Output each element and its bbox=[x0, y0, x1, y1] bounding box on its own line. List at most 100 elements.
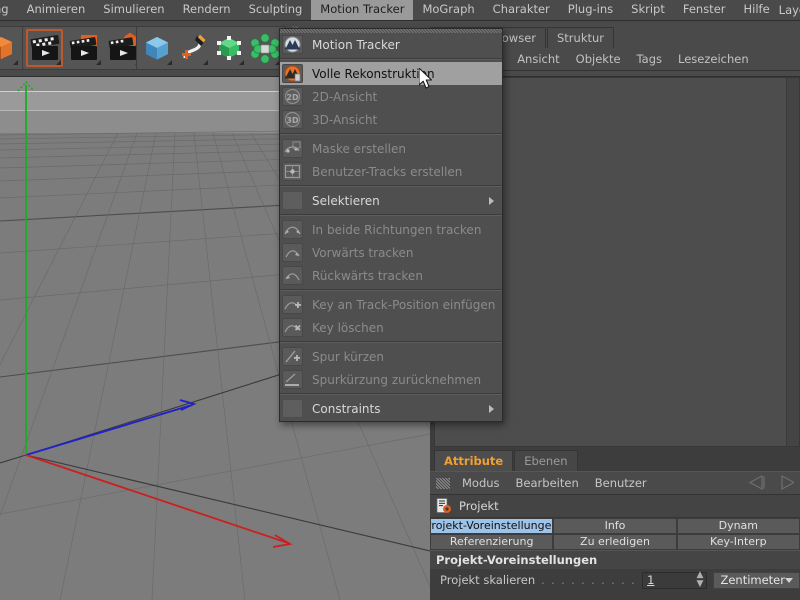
menu-item-0[interactable]: ng bbox=[0, 0, 18, 20]
render-settings-icon bbox=[108, 33, 139, 60]
object-manager-scrollbar[interactable] bbox=[786, 78, 799, 446]
menu-label: Constraints bbox=[312, 401, 381, 416]
btn-key-interpolation[interactable]: Key-Interp bbox=[676, 534, 800, 550]
cinema4d-window: ng Animieren Simulieren Rendern Sculptin… bbox=[0, 0, 800, 600]
menu-item-key-loeschen[interactable]: Key löschen bbox=[280, 316, 502, 339]
btn-projekt-voreinstellungen[interactable]: Projekt-Voreinstellungen bbox=[430, 518, 554, 534]
history-nav[interactable] bbox=[748, 474, 796, 494]
trim-track-icon bbox=[282, 347, 303, 366]
tab-attribute[interactable]: Attribute bbox=[434, 450, 514, 471]
2d-view-icon: 2D bbox=[282, 87, 303, 106]
menu-separator bbox=[280, 133, 502, 135]
menu-item-fenster[interactable]: Fenster bbox=[674, 0, 735, 20]
menu-benutzer[interactable]: Benutzer bbox=[587, 474, 655, 492]
menu-item-maske-erstellen[interactable]: Maske erstellen bbox=[280, 137, 502, 160]
svg-text:2D: 2D bbox=[286, 93, 299, 102]
untrim-track-icon bbox=[282, 370, 303, 389]
motion-tracker-dropdown: Motion Tracker Volle Rekonstruktion 2D 2… bbox=[279, 28, 503, 422]
menu-modus[interactable]: Modus bbox=[454, 474, 508, 492]
menu-item-in-beide-richtungen-tracken[interactable]: In beide Richtungen tracken bbox=[280, 218, 502, 241]
attribute-object-header: Projekt bbox=[430, 495, 800, 518]
projekt-skalieren-value: 1 bbox=[647, 573, 655, 587]
unit-dropdown[interactable]: Zentimeter bbox=[713, 571, 800, 589]
menu-item-skript[interactable]: Skript bbox=[622, 0, 674, 20]
menu-lesezeichen[interactable]: Lesezeichen bbox=[670, 50, 757, 68]
attribute-tab-row-2: Referenzierung Zu erledigen Key-Interp bbox=[430, 534, 800, 550]
menu-separator bbox=[280, 393, 502, 395]
spinner-icon[interactable]: ▲ ▼ bbox=[697, 571, 707, 589]
deformer-button[interactable] bbox=[248, 29, 282, 67]
create-user-tracks-icon bbox=[282, 162, 303, 181]
menu-item-vorwaerts-tracken[interactable]: Vorwärts tracken bbox=[280, 241, 502, 264]
menu-label: Maske erstellen bbox=[312, 141, 406, 156]
menu-item-motion-tracker[interactable]: Motion Tracker bbox=[311, 0, 414, 20]
menu-separator bbox=[280, 58, 502, 60]
render-picture-viewer-button[interactable] bbox=[65, 29, 102, 67]
project-settings-icon bbox=[436, 498, 451, 513]
render-view-button[interactable] bbox=[26, 29, 64, 67]
render-view-icon bbox=[30, 35, 59, 60]
menu-item-constraints[interactable]: Constraints bbox=[280, 397, 502, 420]
label-projekt-skalieren: Projekt skalieren bbox=[440, 573, 536, 587]
menu-ansicht[interactable]: Ansicht bbox=[509, 50, 567, 68]
menu-item-mograph[interactable]: MoGraph bbox=[413, 0, 483, 20]
menu-item-rueckwaerts-tracken[interactable]: Rückwärts tracken bbox=[280, 264, 502, 287]
orange-cube-button[interactable] bbox=[0, 29, 20, 67]
menu-item-hilfe[interactable]: Hilfe bbox=[735, 0, 779, 20]
btn-info[interactable]: Info bbox=[553, 518, 677, 534]
menu-item-spurkuerzung-zuruecknehmen[interactable]: Spurkürzung zurücknehmen bbox=[280, 368, 502, 391]
menu-label: In beide Richtungen tracken bbox=[312, 222, 482, 237]
tab-struktur[interactable]: Struktur bbox=[547, 27, 615, 48]
corner-marker bbox=[167, 60, 172, 65]
nurbs-generator-button[interactable] bbox=[212, 29, 246, 67]
menu-item-selektieren[interactable]: Selektieren bbox=[280, 189, 502, 212]
tab-ebenen[interactable]: Ebenen bbox=[514, 450, 578, 471]
toolbar-group-primitives bbox=[136, 26, 286, 70]
menu-item-3d-ansicht[interactable]: 3D 3D-Ansicht bbox=[280, 108, 502, 131]
panel-grip[interactable] bbox=[436, 477, 450, 489]
menu-item-key-an-track-position-einfuegen[interactable]: Key an Track-Position einfügen bbox=[280, 293, 502, 316]
menu-bearbeiten-attr[interactable]: Bearbeiten bbox=[508, 474, 587, 492]
menu-item-rendern[interactable]: Rendern bbox=[174, 0, 240, 20]
render-to-picture-viewer-icon bbox=[69, 35, 97, 60]
menu-item-animieren[interactable]: Animieren bbox=[18, 0, 95, 20]
menu-tags[interactable]: Tags bbox=[629, 50, 670, 68]
menu-objekte[interactable]: Objekte bbox=[568, 50, 629, 68]
corner-marker bbox=[13, 60, 18, 65]
menu-item-benutzer-tracks-erstellen[interactable]: Benutzer-Tracks erstellen bbox=[280, 160, 502, 183]
menu-label: Key an Track-Position einfügen bbox=[312, 297, 496, 312]
menu-item-simulieren[interactable]: Simulieren bbox=[94, 0, 173, 20]
3d-view-icon: 3D bbox=[282, 110, 303, 129]
spline-pen-button[interactable] bbox=[176, 29, 210, 67]
orange-cube-icon bbox=[0, 37, 12, 59]
menu-label: Volle Rekonstruktion bbox=[312, 66, 435, 81]
menu-item-sculpting[interactable]: Sculpting bbox=[240, 0, 312, 20]
track-backward-icon bbox=[282, 266, 303, 285]
submenu-arrow-icon bbox=[489, 197, 494, 205]
toolbar-group-render bbox=[22, 26, 146, 70]
spline-pen-icon bbox=[182, 34, 206, 59]
menu-item-motion-tracker-cmd[interactable]: Motion Tracker bbox=[280, 33, 502, 56]
menu-item-2d-ansicht[interactable]: 2D 2D-Ansicht bbox=[280, 85, 502, 108]
nurbs-generator-icon bbox=[217, 36, 241, 60]
menu-item-spur-kuerzen[interactable]: Spur kürzen bbox=[280, 345, 502, 368]
y-axis bbox=[17, 80, 35, 455]
attribute-manager-menu: Modus Bearbeiten Benutzer bbox=[430, 471, 800, 495]
corner-marker bbox=[95, 60, 101, 65]
menu-label: Selektieren bbox=[312, 193, 380, 208]
btn-referenzierung[interactable]: Referenzierung bbox=[430, 534, 554, 550]
menu-separator bbox=[280, 341, 502, 343]
cube-primitive-button[interactable] bbox=[140, 29, 174, 67]
delete-key-icon bbox=[282, 318, 303, 337]
btn-dynamik[interactable]: Dynam bbox=[676, 518, 800, 534]
projekt-skalieren-input[interactable]: 1 ▲ ▼ bbox=[642, 571, 708, 589]
layout-label: Layout: bbox=[778, 3, 800, 17]
create-mask-icon bbox=[282, 139, 303, 158]
btn-zu-erledigen[interactable]: Zu erledigen bbox=[553, 534, 677, 550]
constraints-icon bbox=[282, 399, 303, 418]
z-axis bbox=[25, 399, 197, 456]
attribute-section-header: Projekt-Voreinstellungen bbox=[430, 550, 800, 569]
menu-item-plugins[interactable]: Plug-ins bbox=[559, 0, 622, 20]
menu-item-charakter[interactable]: Charakter bbox=[484, 0, 559, 20]
menu-item-volle-rekonstruktion[interactable]: Volle Rekonstruktion bbox=[280, 62, 502, 85]
